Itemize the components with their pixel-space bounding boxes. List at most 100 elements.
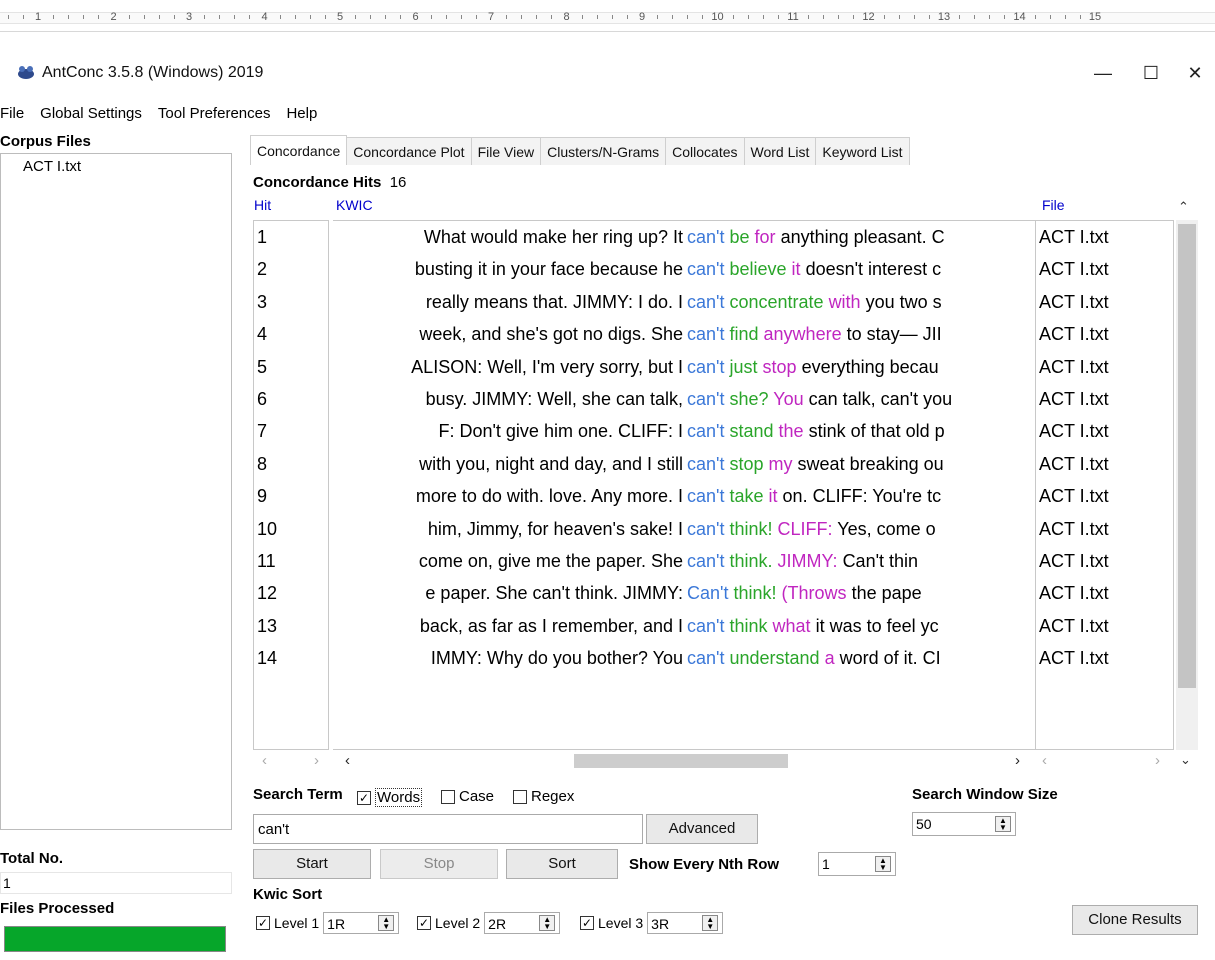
kwic-keyword[interactable]: can't: [687, 648, 724, 668]
sort-level-1[interactable]: ✓ Level 1 1R ▲ ▼: [256, 912, 400, 934]
menu-help[interactable]: Help: [278, 102, 325, 126]
sort-level-2[interactable]: ✓ Level 2 2R ▲ ▼: [417, 912, 561, 934]
scroll-down-icon[interactable]: ⌄: [1180, 752, 1191, 768]
kwic-line[interactable]: more to do with. love. Any more. Ican't …: [333, 480, 1035, 512]
level-1-checkbox[interactable]: ✓: [256, 916, 270, 930]
case-option[interactable]: Case: [441, 788, 494, 805]
kwic-keyword[interactable]: can't: [687, 519, 724, 539]
kwic-line[interactable]: really means that. JIMMY: I do. Ican't c…: [333, 286, 1035, 318]
hit-scroll-left-icon[interactable]: ‹: [262, 752, 267, 769]
regex-checkbox[interactable]: [513, 789, 527, 804]
file-name[interactable]: ACT I.txt: [1036, 642, 1173, 674]
kwic-keyword[interactable]: can't: [687, 259, 724, 279]
column-header-kwic[interactable]: KWIC: [336, 197, 373, 213]
menu-tool-preferences[interactable]: Tool Preferences: [150, 102, 279, 126]
column-header-hit[interactable]: Hit: [254, 197, 271, 213]
file-scroll-left-icon[interactable]: ‹: [1042, 752, 1047, 769]
hit-column[interactable]: 1 2 3 4 5 6 7 8 9 10 11 12 13 14: [253, 220, 329, 750]
kwic-keyword[interactable]: can't: [687, 421, 724, 441]
file-column[interactable]: ACT I.txt ACT I.txt ACT I.txt ACT I.txt ACT …: [1035, 220, 1174, 750]
spinner-arrows-icon[interactable]: ▲ ▼: [539, 915, 556, 931]
file-name[interactable]: ACT I.txt: [1036, 383, 1173, 415]
tab-word-list[interactable]: Word List: [743, 137, 817, 165]
file-name[interactable]: ACT I.txt: [1036, 221, 1173, 253]
words-checkbox[interactable]: ✓: [357, 790, 371, 805]
vertical-scrollbar[interactable]: [1176, 220, 1198, 750]
kwic-line[interactable]: e paper. She can't think. JIMMY: Can't th…: [333, 577, 1035, 609]
spinner-arrows-icon[interactable]: ▲ ▼: [702, 915, 719, 931]
column-header-file[interactable]: File: [1042, 197, 1065, 213]
tab-clusters-ngrams[interactable]: Clusters/N-Grams: [540, 137, 667, 165]
search-window-size-spinner[interactable]: 50 ▲ ▼: [912, 812, 1016, 836]
start-button[interactable]: Start: [253, 849, 371, 879]
file-name[interactable]: ACT I.txt: [1036, 253, 1173, 285]
vertical-scrollbar-thumb[interactable]: [1178, 224, 1196, 688]
kwic-line[interactable]: week, and she's got no digs. She can't fi…: [333, 318, 1035, 350]
kwic-line[interactable]: ALISON: Well, I'm very sorry, but Ican't…: [333, 351, 1035, 383]
kwic-line[interactable]: back, as far as I remember, and Ican't t…: [333, 610, 1035, 642]
kwic-keyword[interactable]: can't: [687, 551, 724, 571]
search-term-input[interactable]: [253, 814, 643, 844]
words-option[interactable]: ✓ Words: [357, 788, 423, 807]
kwic-keyword[interactable]: can't: [687, 616, 724, 636]
file-scroll-right-icon[interactable]: ›: [1155, 752, 1160, 769]
clone-results-button[interactable]: Clone Results: [1072, 905, 1198, 935]
file-name[interactable]: ACT I.txt: [1036, 545, 1173, 577]
close-button[interactable]: ✕: [1175, 60, 1215, 86]
file-name[interactable]: ACT I.txt: [1036, 415, 1173, 447]
kwic-line[interactable]: busy. JIMMY: Well, she can talk, can't sh…: [333, 383, 1035, 415]
kwic-keyword[interactable]: can't: [687, 389, 724, 409]
sort-level-3[interactable]: ✓ Level 3 3R ▲ ▼: [580, 912, 724, 934]
kwic-keyword[interactable]: can't: [687, 357, 724, 377]
tab-concordance[interactable]: Concordance: [250, 135, 348, 165]
kwic-scroll-right-icon[interactable]: ›: [1015, 752, 1020, 769]
kwic-scroll-left-icon[interactable]: ‹: [345, 752, 350, 769]
file-name[interactable]: ACT I.txt: [1036, 513, 1173, 545]
tab-concordance-plot[interactable]: Concordance Plot: [346, 137, 472, 165]
minimize-button[interactable]: —: [1083, 60, 1123, 86]
maximize-button[interactable]: ☐: [1131, 60, 1171, 86]
level-1-spinner[interactable]: 1R ▲ ▼: [323, 912, 400, 934]
kwic-line[interactable]: with you, night and day, and I still can'…: [333, 448, 1035, 480]
spinner-arrows-icon[interactable]: ▲ ▼: [995, 816, 1011, 832]
menu-global-settings[interactable]: Global Settings: [32, 102, 150, 126]
tab-keyword-list[interactable]: Keyword List: [815, 137, 910, 165]
kwic-keyword[interactable]: can't: [687, 324, 724, 344]
kwic-keyword[interactable]: Can't: [687, 583, 728, 603]
case-checkbox[interactable]: [441, 789, 455, 804]
spinner-arrows-icon[interactable]: ▲ ▼: [378, 915, 395, 931]
kwic-keyword[interactable]: can't: [687, 227, 724, 247]
file-name[interactable]: ACT I.txt: [1036, 318, 1173, 350]
kwic-keyword[interactable]: can't: [687, 454, 724, 474]
kwic-line[interactable]: busting it in your face because he can't …: [333, 253, 1035, 285]
file-name[interactable]: ACT I.txt: [1036, 610, 1173, 642]
file-name[interactable]: ACT I.txt: [1036, 480, 1173, 512]
kwic-horizontal-scrollbar-thumb[interactable]: [574, 754, 788, 768]
kwic-column[interactable]: What would make her ring up? It can't be …: [333, 220, 1035, 750]
file-name[interactable]: ACT I.txt: [1036, 286, 1173, 318]
corpus-file-item[interactable]: ACT I.txt: [1, 154, 231, 179]
advanced-button[interactable]: Advanced: [646, 814, 758, 844]
kwic-keyword[interactable]: can't: [687, 292, 724, 312]
file-name[interactable]: ACT I.txt: [1036, 448, 1173, 480]
file-name[interactable]: ACT I.txt: [1036, 577, 1173, 609]
level-3-checkbox[interactable]: ✓: [580, 916, 594, 930]
menu-file[interactable]: File: [0, 102, 32, 126]
stop-button[interactable]: Stop: [380, 849, 498, 879]
sort-button[interactable]: Sort: [506, 849, 618, 879]
kwic-line[interactable]: F: Don't give him one. CLIFF: Ican't sta…: [333, 415, 1035, 447]
level-3-spinner[interactable]: 3R ▲ ▼: [647, 912, 724, 934]
corpus-files-list[interactable]: ACT I.txt: [0, 153, 232, 830]
kwic-line[interactable]: IMMY: Why do you bother? You can't unders…: [333, 642, 1035, 674]
hit-scroll-right-icon[interactable]: ›: [314, 752, 319, 769]
level-2-checkbox[interactable]: ✓: [417, 916, 431, 930]
spinner-arrows-icon[interactable]: ▲ ▼: [875, 856, 891, 872]
nth-row-spinner[interactable]: 1 ▲ ▼: [818, 852, 896, 876]
tab-collocates[interactable]: Collocates: [665, 137, 745, 165]
kwic-line[interactable]: come on, give me the paper. She can't thi…: [333, 545, 1035, 577]
kwic-line[interactable]: him, Jimmy, for heaven's sake! Ican't th…: [333, 513, 1035, 545]
level-2-spinner[interactable]: 2R ▲ ▼: [484, 912, 561, 934]
tab-file-view[interactable]: File View: [470, 137, 542, 165]
kwic-line[interactable]: What would make her ring up? It can't be …: [333, 221, 1035, 253]
kwic-keyword[interactable]: can't: [687, 486, 724, 506]
